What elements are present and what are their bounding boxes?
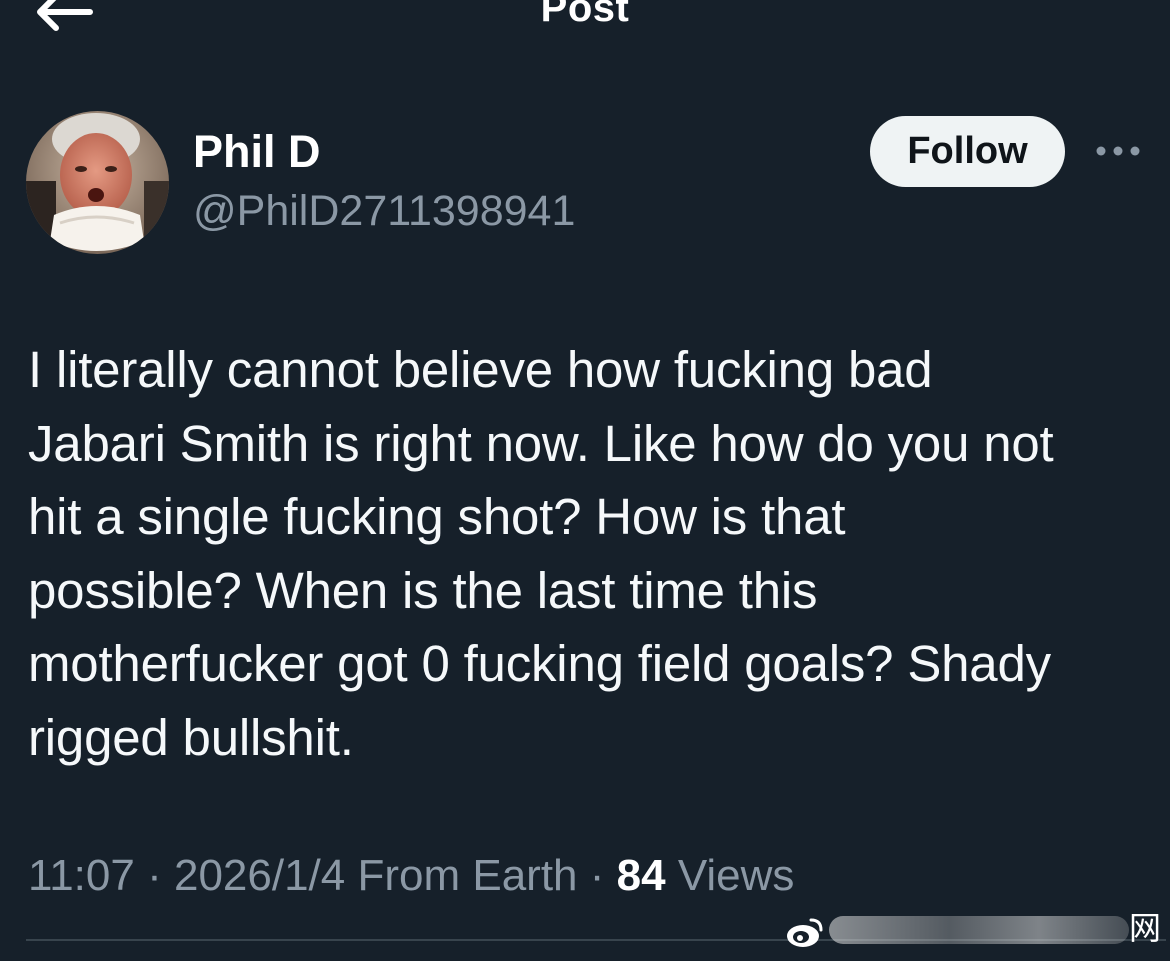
post-time[interactable]: 11:07: [28, 851, 135, 900]
meta-separator: ·: [147, 851, 162, 900]
top-bar: Post: [0, 0, 1170, 60]
meta-separator: ·: [589, 851, 605, 900]
page-title: Post: [540, 0, 630, 30]
author-handle[interactable]: @PhilD2711398941: [193, 185, 575, 237]
watermark-char: 网: [1128, 909, 1161, 947]
post-meta: 11:07 · 2026/1/4 From Earth · 84 Views: [28, 848, 794, 904]
follow-button[interactable]: Follow: [870, 116, 1065, 187]
post-text: I literally cannot believe how fucking b…: [28, 341, 1054, 766]
author-header: Phil D @PhilD2711398941 Follow: [26, 111, 1144, 256]
avatar[interactable]: [26, 111, 169, 254]
views-count[interactable]: 84: [617, 851, 666, 900]
post-date[interactable]: 2026/1/4: [174, 851, 345, 900]
watermark-text-blur: [829, 916, 1129, 944]
author-name[interactable]: Phil D: [193, 125, 321, 179]
post-source: From Earth: [357, 851, 578, 900]
more-horizontal-icon: [1096, 146, 1140, 156]
watermark: 网: [785, 906, 1165, 956]
avatar-photo: [26, 111, 169, 254]
views-label[interactable]: Views: [678, 851, 795, 900]
more-options-button[interactable]: [1094, 137, 1142, 165]
weibo-logo-icon: [787, 918, 823, 947]
